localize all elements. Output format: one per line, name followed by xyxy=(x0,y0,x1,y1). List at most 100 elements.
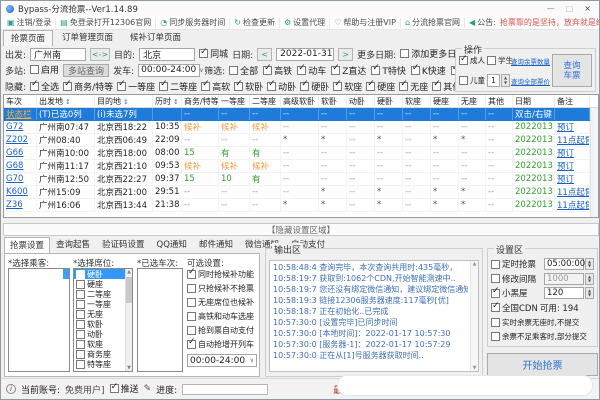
scroll-down-icon[interactable]: ▼ xyxy=(126,365,132,371)
maximize-button[interactable]: □ xyxy=(566,4,574,13)
query-price-link[interactable]: 查询全部票价 xyxy=(511,76,550,86)
seat-option[interactable]: 无座 xyxy=(74,309,125,319)
menu-item[interactable]: ⌂分流抢票官网 xyxy=(401,18,465,28)
setting-row[interactable]: ✓小黑屋120▲▼ xyxy=(488,286,597,301)
grab-option-checkbox[interactable]: 只抢候补不抢票 xyxy=(187,283,254,294)
hide-seat-checkbox[interactable]: ✓全选 xyxy=(30,80,59,93)
column-header[interactable]: 硬座 xyxy=(431,95,459,107)
spinner-control[interactable]: ▲▼ xyxy=(501,74,510,87)
cell[interactable]: K600 xyxy=(4,186,37,198)
status-row[interactable]: 状态栏(T)已选0列(i)未选7列----------------------双… xyxy=(4,108,598,121)
multi-station-enable-checkbox[interactable]: 启用 xyxy=(30,63,59,76)
column-header[interactable]: 高级软卧 xyxy=(281,95,319,107)
hide-seat-checkbox-box[interactable]: ✓ xyxy=(30,82,39,91)
menu-item[interactable]: ♡帮助与注册VIP xyxy=(330,18,401,28)
grab-option-checkbox-box[interactable] xyxy=(187,298,196,307)
tab-1[interactable]: 抢票页面 xyxy=(3,30,53,46)
start-grab-button[interactable]: 开始抢票 xyxy=(487,353,598,376)
grab-option-checkbox-box[interactable] xyxy=(187,312,196,321)
column-header[interactable]: 目的地 ↕ xyxy=(95,95,153,107)
student-checkbox-box[interactable] xyxy=(487,56,496,65)
log-scrollbar[interactable]: ▲ ▼ xyxy=(470,261,478,371)
scroll-thumb[interactable] xyxy=(126,277,132,303)
hide-seat-checkbox-box[interactable]: ✓ xyxy=(117,82,126,91)
next-date-button[interactable]: > xyxy=(338,48,353,61)
setting-checkbox[interactable]: 实时余票无座时,不提交 xyxy=(491,317,579,328)
grab-option-checkbox[interactable]: 无座席位也候补 xyxy=(187,297,254,308)
push-checkbox[interactable]: ✓推送 xyxy=(110,382,139,395)
grab-option-checkbox-box[interactable] xyxy=(187,326,196,335)
seat-checkbox[interactable] xyxy=(76,310,85,319)
spinner-control[interactable]: ▲▼ xyxy=(585,273,594,285)
column-header[interactable]: 动卧 xyxy=(347,95,375,107)
listbox-scroll-thumb[interactable] xyxy=(63,269,69,279)
settings-tab-3[interactable]: 验证码设置 xyxy=(96,236,151,253)
setting-checkbox-box[interactable]: ✓ xyxy=(491,303,500,312)
passenger-listbox[interactable] xyxy=(8,268,70,372)
setting-checkbox[interactable]: 修改间隔 xyxy=(491,273,536,285)
adult-checkbox-box[interactable]: ✓ xyxy=(459,56,468,65)
date-input[interactable]: 2022-01-31 xyxy=(276,48,334,61)
column-header[interactable]: 商务/特等 xyxy=(182,95,219,107)
grab-option-checkbox-box[interactable]: ✓ xyxy=(187,270,196,279)
settings-tab-4[interactable]: QQ通知 xyxy=(151,236,193,253)
setting-input[interactable]: 120 xyxy=(544,287,584,299)
seat-checkbox[interactable] xyxy=(76,290,85,299)
menu-item[interactable]: ↻检查更新 xyxy=(230,18,280,28)
hide-seat-checkbox-box[interactable]: ✓ xyxy=(333,82,342,91)
setting-input[interactable]: 05:00:00 xyxy=(544,258,584,270)
grab-time-range-select[interactable]: 00:00-24:00∨ xyxy=(187,354,257,367)
setting-checkbox-box[interactable] xyxy=(491,332,500,341)
scroll-up-icon[interactable]: ▲ xyxy=(473,262,477,266)
seat-option[interactable]: 硬座 xyxy=(74,279,125,289)
column-header[interactable]: 日期 xyxy=(513,95,555,107)
column-header[interactable]: 车次 xyxy=(4,95,37,107)
selected-trains-listbox[interactable] xyxy=(137,268,183,372)
train-row[interactable]: Z202广州08:40北京西06:4922:09------**--*--**-… xyxy=(4,134,598,147)
train-type-checkbox[interactable]: 全部 xyxy=(229,64,258,77)
push-checkbox-box[interactable]: ✓ xyxy=(110,384,119,393)
menu-item[interactable]: ◔同步服务器时间 xyxy=(156,18,230,28)
setting-checkbox-box[interactable]: ✓ xyxy=(491,289,500,298)
output-log[interactable]: ▲ ▼ 10:58:48:4 查询完毕，本次查询共用时:435毫秒，10:58:… xyxy=(269,260,479,372)
settings-tab-1[interactable]: 抢票设置 xyxy=(4,237,50,253)
grab-option-checkbox[interactable]: ✓自动抢增开列车 xyxy=(187,339,254,350)
seat-checkbox[interactable] xyxy=(76,270,85,279)
grab-option-checkbox[interactable]: 抢到票自动支付 xyxy=(187,325,254,336)
scroll-up-icon[interactable]: ▲ xyxy=(126,269,132,275)
cell[interactable]: 11点起售 xyxy=(555,199,590,211)
seat-option[interactable]: 商务座 xyxy=(74,349,125,359)
tab-3[interactable]: 候补订单页面 xyxy=(122,29,189,46)
grab-option-checkbox[interactable]: 高铁和动车选座 xyxy=(187,311,254,322)
setting-checkbox-box[interactable] xyxy=(491,260,500,269)
seat-option[interactable]: 一等座 xyxy=(74,299,125,309)
hide-seat-checkbox[interactable]: ✓软卧 xyxy=(234,80,263,93)
cell[interactable]: G70 xyxy=(4,173,37,185)
cell[interactable]: Z36 xyxy=(4,199,37,211)
hide-seat-checkbox-box[interactable]: ✓ xyxy=(63,82,72,91)
column-header[interactable]: 硬卧 xyxy=(375,95,403,107)
menu-item[interactable]: ⚙设置代理 xyxy=(280,18,330,28)
column-header[interactable]: 其他 xyxy=(486,95,513,107)
hide-seat-checkbox[interactable]: ✓动卧 xyxy=(267,80,296,93)
hide-seat-checkbox-box[interactable]: ✓ xyxy=(234,82,243,91)
setting-checkbox-box[interactable] xyxy=(491,274,500,283)
scroll-down-icon[interactable]: ▼ xyxy=(473,366,477,370)
column-header[interactable]: 软卧 xyxy=(319,95,347,107)
column-header[interactable]: 历时 ↕ xyxy=(153,95,182,107)
grab-option-row[interactable]: 无座席位也候补 xyxy=(187,295,259,309)
menu-item[interactable]: ▣注销/登录 xyxy=(3,18,56,28)
hide-seat-checkbox[interactable]: ✓一等座 xyxy=(117,80,155,93)
hide-seat-checkbox[interactable]: ✓高软 xyxy=(201,80,230,93)
table-scrollbar[interactable] xyxy=(590,108,598,217)
hidden-settings-divider[interactable]: 【隐藏设置区域】 xyxy=(3,223,599,236)
child-checkbox[interactable]: 儿童 xyxy=(459,75,485,86)
hide-seat-checkbox-box[interactable]: ✓ xyxy=(159,82,168,91)
cell[interactable]: G66 xyxy=(4,147,37,159)
hide-seat-checkbox[interactable]: ✓商务/特等 xyxy=(63,80,113,93)
from-station-input[interactable]: 广州南 xyxy=(30,48,86,61)
train-type-checkbox-box[interactable]: ✓ xyxy=(331,66,340,75)
grab-option-row[interactable]: 抢到票自动支付 xyxy=(187,323,259,337)
train-type-checkbox[interactable]: ✓动车 xyxy=(297,64,326,77)
student-checkbox[interactable]: 学生 xyxy=(487,55,513,66)
